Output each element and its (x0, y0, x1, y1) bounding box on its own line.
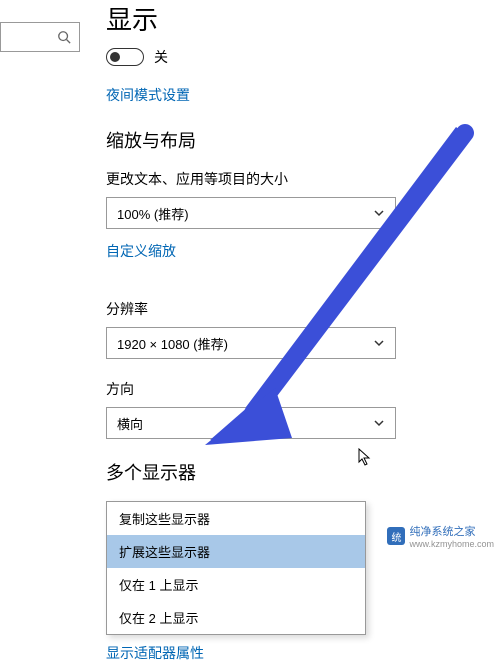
text-size-group: 更改文本、应用等项目的大小 100% (推荐) 自定义缩放 (106, 169, 486, 279)
chevron-down-icon (373, 337, 385, 349)
orientation-value: 横向 (117, 414, 143, 433)
list-item[interactable]: 复制这些显示器 (107, 502, 365, 535)
watermark-url: www.kzmyhome.com (409, 539, 494, 549)
nightlight-settings-link[interactable]: 夜间模式设置 (106, 85, 190, 105)
text-size-dropdown[interactable]: 100% (推荐) (106, 197, 396, 229)
orientation-dropdown[interactable]: 横向 (106, 407, 396, 439)
multi-display-heading: 多个显示器 (106, 459, 486, 485)
cursor-icon (358, 448, 372, 466)
chevron-down-icon (373, 207, 385, 219)
scale-layout-heading: 缩放与布局 (106, 127, 486, 153)
nightlight-toggle[interactable] (106, 48, 144, 66)
list-item[interactable]: 仅在 2 上显示 (107, 601, 365, 634)
custom-scaling-link[interactable]: 自定义缩放 (106, 241, 176, 261)
multi-display-listbox[interactable]: 复制这些显示器 扩展这些显示器 仅在 1 上显示 仅在 2 上显示 (106, 501, 366, 635)
watermark: 统 纯净系统之家 www.kzmyhome.com (387, 523, 494, 549)
resolution-group: 分辨率 1920 × 1080 (推荐) (106, 299, 486, 359)
page-title: 显示 (106, 0, 486, 37)
search-icon (57, 30, 71, 44)
list-item[interactable]: 扩展这些显示器 (107, 535, 365, 568)
resolution-dropdown[interactable]: 1920 × 1080 (推荐) (106, 327, 396, 359)
watermark-logo-icon: 统 (387, 527, 405, 545)
search-input[interactable] (0, 22, 80, 52)
nightlight-state-label: 关 (154, 47, 168, 67)
display-adapter-link[interactable]: 显示适配器属性 (106, 643, 204, 663)
resolution-label: 分辨率 (106, 299, 486, 319)
nightlight-toggle-row: 关 (106, 47, 486, 67)
watermark-brand: 纯净系统之家 (409, 526, 475, 538)
text-size-value: 100% (推荐) (117, 204, 189, 223)
chevron-down-icon (373, 417, 385, 429)
display-settings-panel: 显示 关 夜间模式设置 缩放与布局 更改文本、应用等项目的大小 100% (推荐… (106, 0, 486, 663)
orientation-label: 方向 (106, 379, 486, 399)
orientation-group: 方向 横向 (106, 379, 486, 439)
toggle-knob (110, 52, 120, 62)
text-size-label: 更改文本、应用等项目的大小 (106, 169, 486, 189)
resolution-value: 1920 × 1080 (推荐) (117, 334, 228, 353)
list-item[interactable]: 仅在 1 上显示 (107, 568, 365, 601)
